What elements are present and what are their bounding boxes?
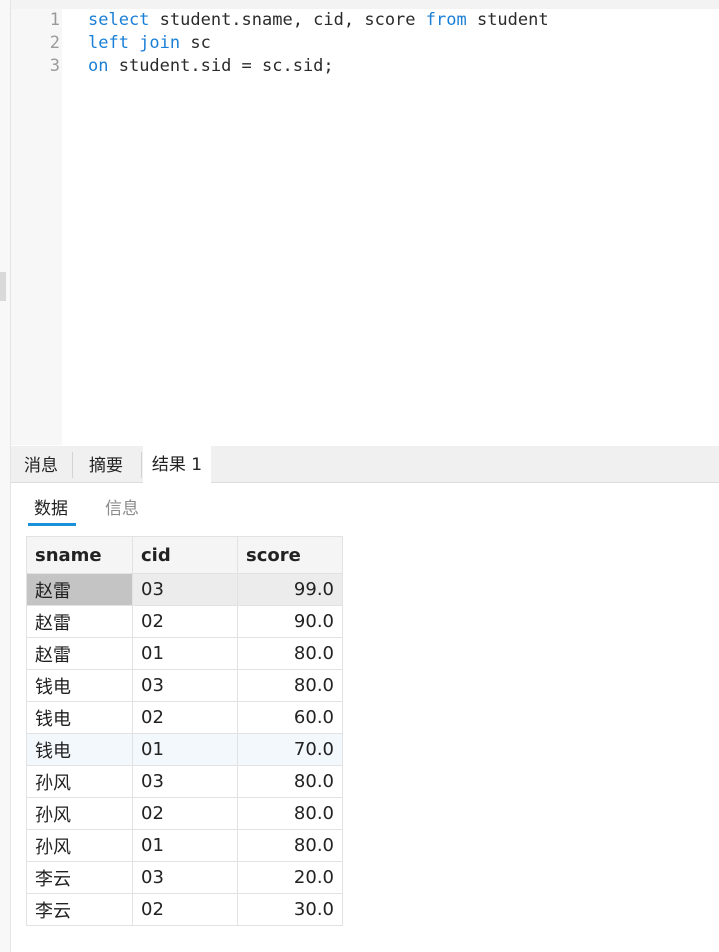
table-row[interactable]: 赵雷 02 90.0 bbox=[26, 605, 343, 638]
sql-keyword: on bbox=[88, 56, 109, 76]
column-header-cid[interactable]: cid bbox=[132, 536, 238, 574]
cell-cid[interactable]: 03 bbox=[132, 573, 238, 606]
table-header-row: sname cid score bbox=[26, 536, 343, 574]
code-line-1[interactable]: select student.sname, cid, score from st… bbox=[88, 9, 549, 32]
sql-keyword: left join bbox=[88, 33, 181, 53]
cell-cid[interactable]: 01 bbox=[132, 637, 238, 670]
cell-score[interactable]: 90.0 bbox=[237, 605, 343, 638]
cell-cid[interactable]: 01 bbox=[132, 829, 238, 862]
line-number: 3 bbox=[49, 56, 60, 76]
table-row[interactable]: 钱电 03 80.0 bbox=[26, 669, 343, 702]
column-header-score[interactable]: score bbox=[237, 536, 343, 574]
cell-sname[interactable]: 李云 bbox=[26, 893, 133, 926]
table-row[interactable]: 钱电 02 60.0 bbox=[26, 701, 343, 734]
table-row[interactable]: 李云 02 30.0 bbox=[26, 893, 343, 926]
result-grid: sname cid score 赵雷 03 99.0 赵雷 02 90.0 赵雷… bbox=[26, 536, 343, 926]
cell-cid[interactable]: 03 bbox=[132, 765, 238, 798]
cell-sname[interactable]: 钱电 bbox=[26, 733, 133, 766]
cell-score[interactable]: 30.0 bbox=[237, 893, 343, 926]
cell-score[interactable]: 60.0 bbox=[237, 701, 343, 734]
rail-marker[interactable] bbox=[0, 272, 6, 301]
cell-sname[interactable]: 李云 bbox=[26, 861, 133, 894]
cell-sname[interactable]: 赵雷 bbox=[26, 605, 133, 638]
cell-sname[interactable]: 钱电 bbox=[26, 701, 133, 734]
tab-summary[interactable]: 摘要 bbox=[73, 446, 139, 482]
active-subtab-indicator bbox=[28, 523, 76, 526]
cell-score[interactable]: 80.0 bbox=[237, 765, 343, 798]
cell-score[interactable]: 80.0 bbox=[237, 669, 343, 702]
table-row[interactable]: 赵雷 01 80.0 bbox=[26, 637, 343, 670]
cell-score[interactable]: 80.0 bbox=[237, 829, 343, 862]
cell-sname[interactable]: 孙风 bbox=[26, 765, 133, 798]
cell-score[interactable]: 99.0 bbox=[237, 573, 343, 606]
table-row[interactable]: 孙风 02 80.0 bbox=[26, 797, 343, 830]
cell-cid[interactable]: 02 bbox=[132, 701, 238, 734]
cell-score[interactable]: 70.0 bbox=[237, 733, 343, 766]
sql-text: student.sid = sc.sid; bbox=[108, 56, 334, 76]
cell-score[interactable]: 20.0 bbox=[237, 861, 343, 894]
sql-text: student.sname, cid, score bbox=[149, 10, 426, 30]
editor-top-strip bbox=[0, 0, 719, 9]
cell-cid[interactable]: 01 bbox=[132, 733, 238, 766]
sql-keyword: from bbox=[425, 10, 467, 30]
tab-divider bbox=[141, 452, 142, 478]
cell-score[interactable]: 80.0 bbox=[237, 797, 343, 830]
table-row[interactable]: 李云 03 20.0 bbox=[26, 861, 343, 894]
cell-sname[interactable]: 孙风 bbox=[26, 797, 133, 830]
cell-score[interactable]: 80.0 bbox=[237, 637, 343, 670]
tab-messages[interactable]: 消息 bbox=[11, 446, 71, 482]
line-number: 1 bbox=[49, 10, 60, 30]
left-side-rail bbox=[0, 0, 11, 952]
cell-sname[interactable]: 孙风 bbox=[26, 829, 133, 862]
code-line-3[interactable]: on student.sid = sc.sid; bbox=[88, 55, 334, 78]
table-row[interactable]: 孙风 03 80.0 bbox=[26, 765, 343, 798]
table-row[interactable]: 孙风 01 80.0 bbox=[26, 829, 343, 862]
table-row[interactable]: 赵雷 03 99.0 bbox=[26, 573, 343, 606]
cell-sname[interactable]: 赵雷 bbox=[26, 573, 133, 606]
sql-keyword: select bbox=[88, 10, 150, 30]
cell-sname[interactable]: 赵雷 bbox=[26, 637, 133, 670]
tab-result-1[interactable]: 结果 1 bbox=[143, 446, 211, 483]
cell-cid[interactable]: 03 bbox=[132, 861, 238, 894]
cell-cid[interactable]: 02 bbox=[132, 797, 238, 830]
cell-cid[interactable]: 02 bbox=[132, 605, 238, 638]
cell-sname[interactable]: 钱电 bbox=[26, 669, 133, 702]
subtab-info[interactable]: 信息 bbox=[105, 496, 139, 522]
table-row[interactable]: 钱电 01 70.0 bbox=[26, 733, 343, 766]
cell-cid[interactable]: 02 bbox=[132, 893, 238, 926]
sql-text: sc bbox=[180, 33, 211, 53]
line-number: 2 bbox=[49, 33, 60, 53]
column-header-sname[interactable]: sname bbox=[26, 536, 133, 574]
subtab-data[interactable]: 数据 bbox=[34, 496, 68, 522]
cell-cid[interactable]: 03 bbox=[132, 669, 238, 702]
sql-text: student bbox=[466, 10, 549, 30]
code-line-2[interactable]: left join sc bbox=[88, 32, 211, 55]
